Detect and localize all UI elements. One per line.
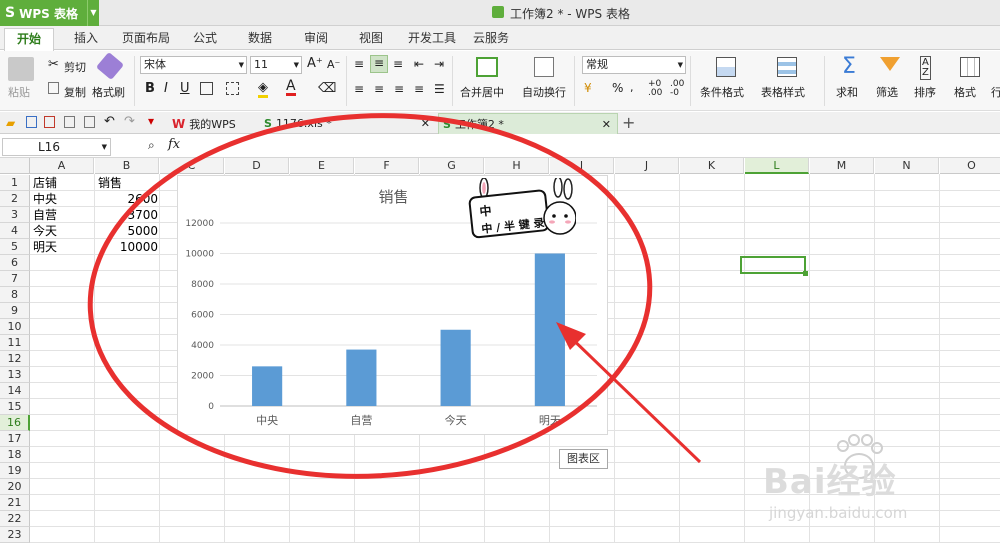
watermark-brand: Bai经验 [763,462,897,502]
watermark-url: jingyan.baidu.com [769,504,908,522]
baidu-watermark: Bai经验 jingyan.baidu.com [757,426,997,541]
red-circle-annotation [87,113,653,479]
